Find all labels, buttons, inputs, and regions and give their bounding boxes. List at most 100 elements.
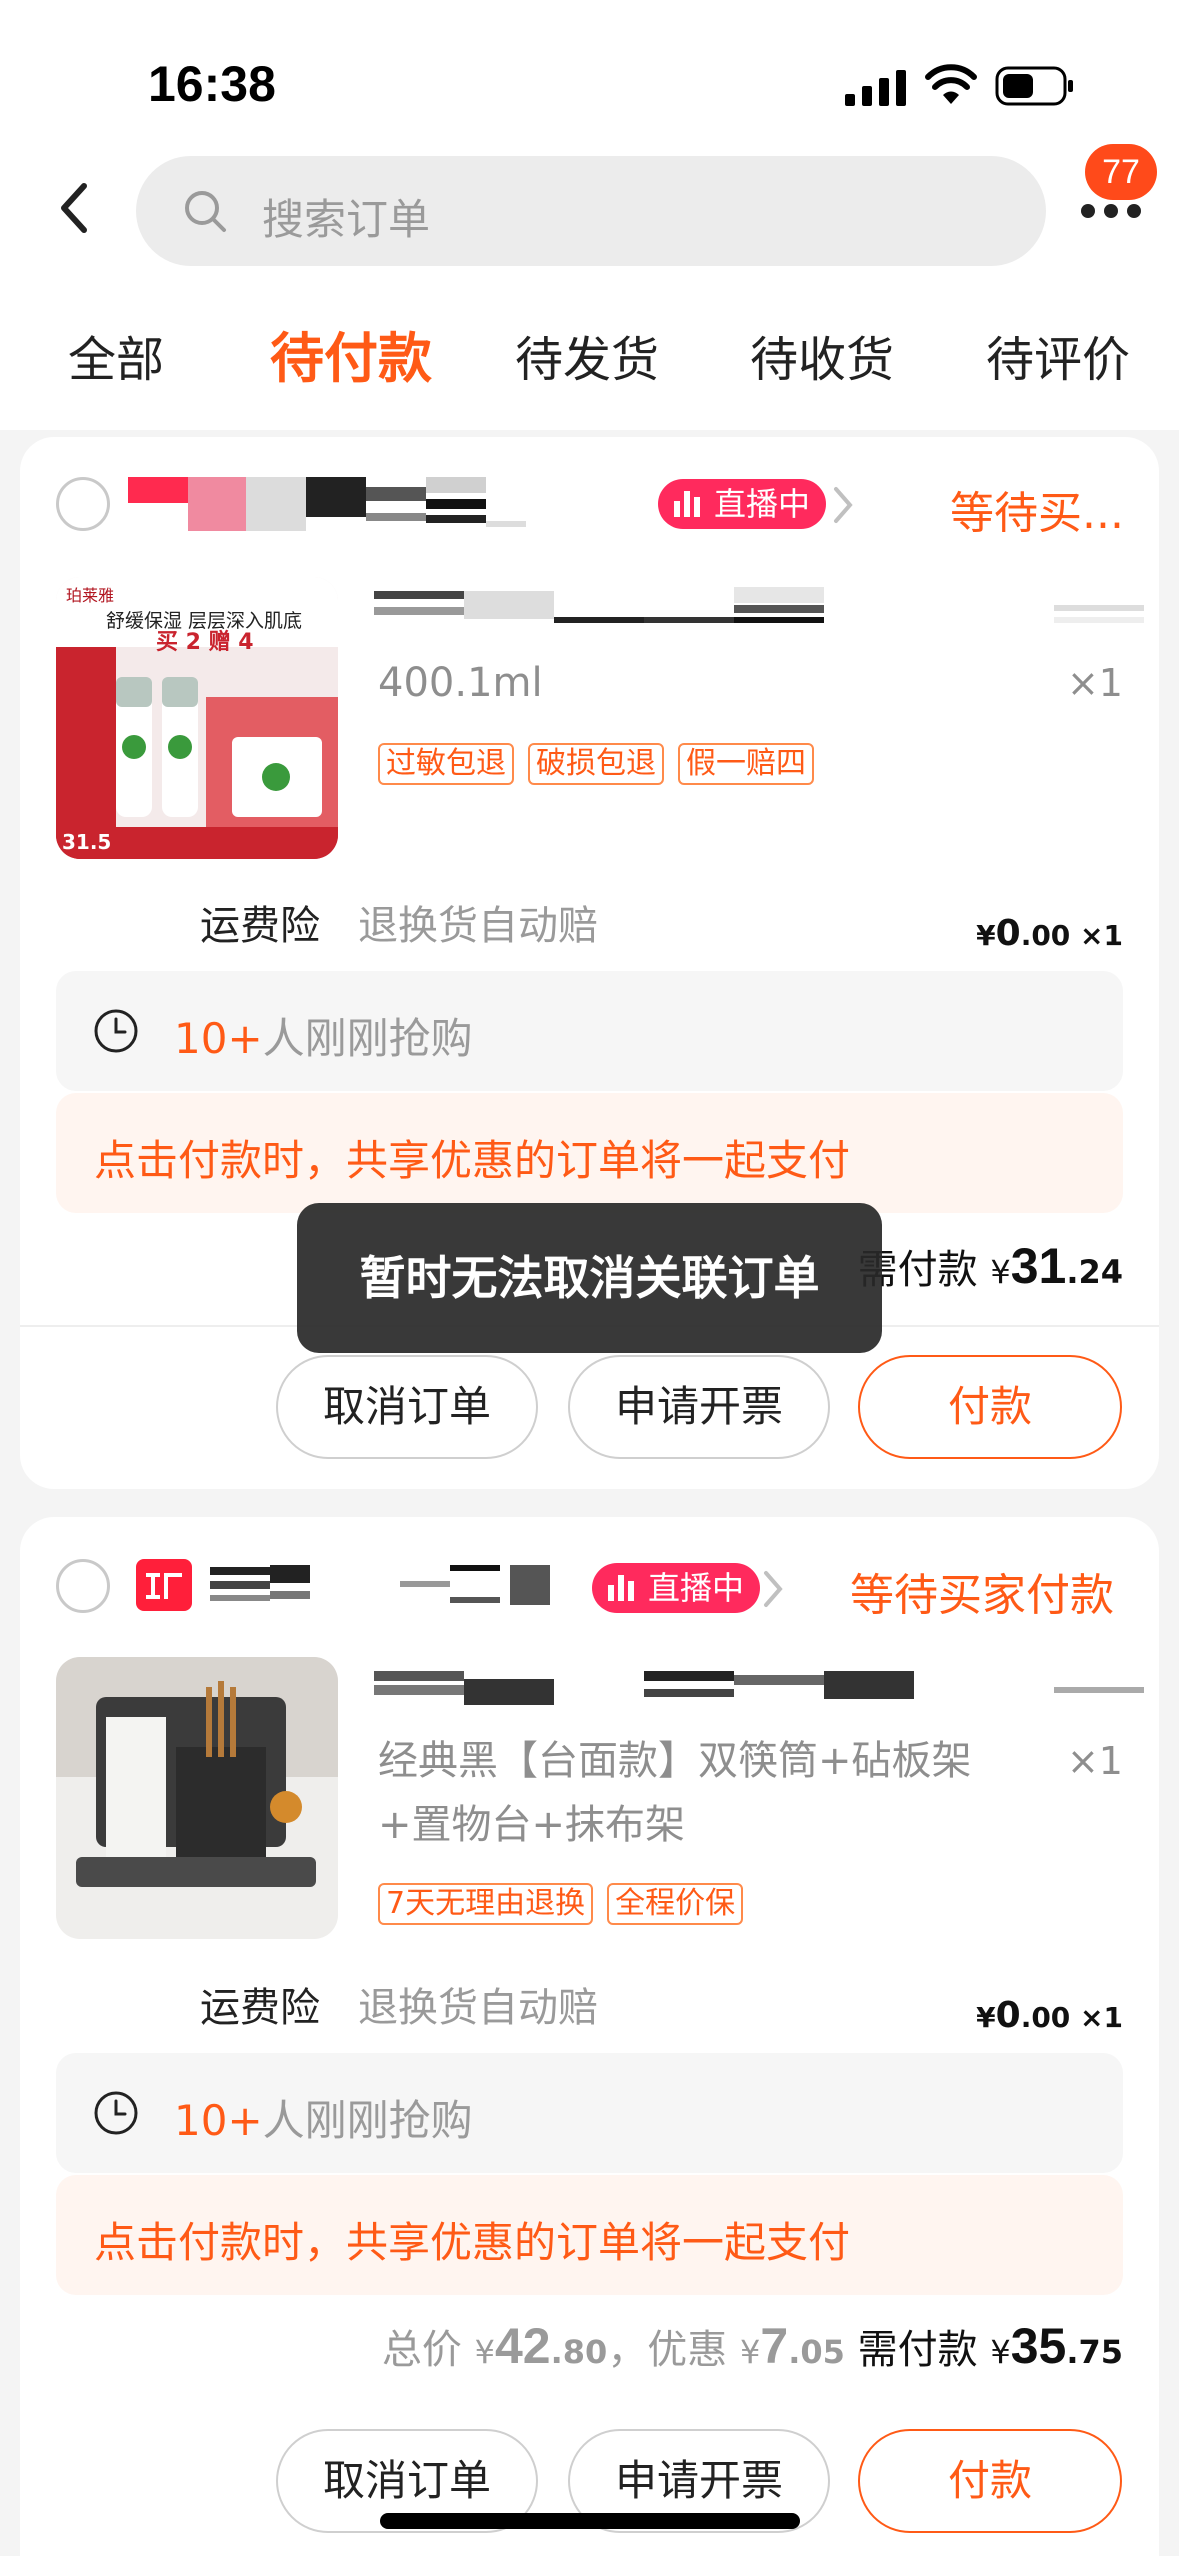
pay-amount-int: 35	[1010, 2318, 1067, 2374]
product-thumbnail-art	[56, 1657, 338, 1939]
product-title[interactable]	[374, 1667, 1144, 1711]
service-tag: 7天无理由退换	[378, 1883, 594, 1925]
tab-pending-review[interactable]: 待评价	[986, 320, 1130, 390]
order-status: 等待买家付款	[850, 1570, 1114, 1621]
insurance-frac: .00	[1020, 919, 1071, 952]
more-options-icon[interactable]	[1080, 200, 1142, 222]
thumb-price: 31.5	[62, 830, 111, 854]
total-label: 总价	[381, 2327, 462, 2373]
product-qty: ×1	[1066, 661, 1123, 705]
insurance-price: ¥0.00 ×1	[976, 913, 1123, 954]
product-sku: 400.1ml	[378, 660, 543, 706]
insurance-desc: 退换货自动赔	[358, 1985, 598, 2031]
pay-amount-frac: .24	[1066, 1253, 1123, 1291]
total-amount-frac: .80	[550, 2333, 608, 2371]
search-icon	[185, 191, 226, 232]
pay-amount-int: 31	[1010, 1238, 1067, 1294]
discount-amount-frac: .05	[788, 2333, 845, 2371]
thumb-line1: 舒缓保湿 层层深入肌底	[106, 610, 302, 632]
clock-icon	[94, 2091, 138, 2135]
shared-discount-notice: 点击付款时，共享优惠的订单将一起支付	[56, 2175, 1123, 2295]
insurance-currency: ¥	[976, 2001, 996, 2034]
search-input[interactable]: 搜索订单	[136, 156, 1046, 266]
cancel-order-button[interactable]: 取消订单	[276, 1355, 538, 1459]
pay-button[interactable]: 付款	[858, 2429, 1122, 2533]
pay-currency: ¥	[990, 2333, 1011, 2371]
service-tags: 7天无理由退换 全程价保	[378, 1883, 744, 1925]
service-tags: 过敏包退 破损包退 假一赔四	[378, 743, 814, 785]
hot-purchase-text: 10+人刚刚抢购	[174, 1005, 473, 1066]
insurance-desc: 退换货自动赔	[358, 903, 598, 949]
request-invoice-button[interactable]: 申请开票	[568, 1355, 830, 1459]
chevron-right-icon	[764, 1571, 783, 1607]
status-bar: 16:38	[0, 0, 1179, 150]
live-label: 直播中	[714, 485, 811, 523]
order-card: 直播中 等待买家付款 经典黑【台面款】双筷筒+砧板架+置物台+抹布架 ×1 7天…	[20, 1517, 1159, 2556]
service-tag: 全程价保	[607, 1883, 744, 1925]
shared-discount-text: 点击付款时，共享优惠的订单将一起支付	[94, 2218, 851, 2267]
select-order-checkbox[interactable]	[56, 1559, 110, 1613]
service-tag: 破损包退	[528, 743, 664, 785]
hot-purchase-label: 人刚刚抢购	[262, 1014, 473, 1063]
live-badge[interactable]: 直播中	[592, 1563, 761, 1613]
tab-pending-receipt[interactable]: 待收货	[750, 320, 894, 390]
tab-pending-shipment[interactable]: 待发货	[515, 320, 659, 390]
factory-shop-icon	[136, 1559, 192, 1611]
product-thumbnail-art: 珀莱雅 舒缓保湿 层层深入肌底 买 2 赠 4 31.5	[56, 577, 338, 859]
live-badge[interactable]: 直播中	[658, 479, 827, 529]
discount-currency: ¥	[740, 2333, 761, 2371]
shop-name[interactable]	[128, 477, 628, 531]
insurance-int: 0	[995, 913, 1021, 954]
product-title[interactable]	[374, 587, 1144, 631]
thumb-brand: 珀莱雅	[66, 586, 114, 605]
select-order-checkbox[interactable]	[56, 477, 110, 531]
insurance-label: 运费险	[200, 903, 320, 949]
back-button[interactable]	[50, 178, 100, 238]
insurance-qty: ×1	[1080, 919, 1123, 952]
message-badge[interactable]: 77	[1085, 144, 1157, 200]
wifi-icon	[925, 64, 977, 104]
total-currency: ¥	[474, 2333, 495, 2371]
product-sku: 经典黑【台面款】双筷筒+砧板架+置物台+抹布架	[378, 1738, 972, 1848]
battery-icon	[995, 66, 1073, 106]
live-label: 直播中	[648, 1569, 745, 1607]
home-indicator[interactable]	[380, 2513, 800, 2529]
hot-purchase-count: 10+	[174, 1014, 263, 1063]
search-placeholder: 搜索订单	[262, 195, 431, 244]
service-tag: 假一赔四	[678, 743, 814, 785]
service-tag: 过敏包退	[378, 743, 514, 785]
live-bars-icon	[608, 1575, 634, 1601]
insurance-label: 运费险	[200, 1985, 320, 2031]
insurance-int: 0	[995, 1995, 1021, 2036]
discount-amount-int: 7	[760, 2318, 789, 2374]
shared-discount-text: 点击付款时，共享优惠的订单将一起支付	[94, 1136, 851, 1185]
order-tabs: 全部 待付款 待发货 待收货 待评价	[0, 280, 1179, 430]
hot-purchase-text: 10+人刚刚抢购	[174, 2087, 473, 2148]
header: 搜索订单	[0, 150, 1179, 280]
shared-discount-notice: 点击付款时，共享优惠的订单将一起支付	[56, 1093, 1123, 1213]
cellular-signal-icon	[845, 70, 906, 106]
clock-icon	[94, 1009, 138, 1053]
product-image[interactable]: 珀莱雅 舒缓保湿 层层深入肌底 买 2 赠 4 31.5	[56, 577, 338, 859]
discount-label: ，优惠	[607, 2327, 728, 2373]
insurance-qty: ×1	[1080, 2001, 1123, 2034]
product-image[interactable]	[56, 1657, 338, 1939]
tab-pending-payment[interactable]: 待付款	[270, 314, 432, 393]
pay-button[interactable]: 付款	[858, 1355, 1122, 1459]
order-status: 等待买...	[950, 488, 1124, 539]
pay-amount-frac: .75	[1066, 2333, 1123, 2371]
insurance-frac: .00	[1020, 2001, 1071, 2034]
order-total: 总价 ¥42.80，优惠 ¥7.05 需付款 ¥35.75	[382, 2317, 1123, 2375]
product-qty: ×1	[1066, 1739, 1123, 1783]
thumb-line2: 买 2 赠 4	[156, 629, 254, 655]
total-amount-int: 42	[495, 2318, 551, 2374]
shop-name[interactable]	[210, 1561, 610, 1615]
chevron-right-icon	[834, 487, 853, 523]
insurance-currency: ¥	[976, 919, 996, 952]
hot-purchase-box: 10+人刚刚抢购	[56, 2053, 1123, 2173]
hot-purchase-box: 10+人刚刚抢购	[56, 971, 1123, 1091]
pay-currency: ¥	[990, 1253, 1011, 1291]
live-bars-icon	[674, 491, 700, 517]
tab-all[interactable]: 全部	[68, 320, 164, 390]
hot-purchase-label: 人刚刚抢购	[262, 2096, 473, 2145]
